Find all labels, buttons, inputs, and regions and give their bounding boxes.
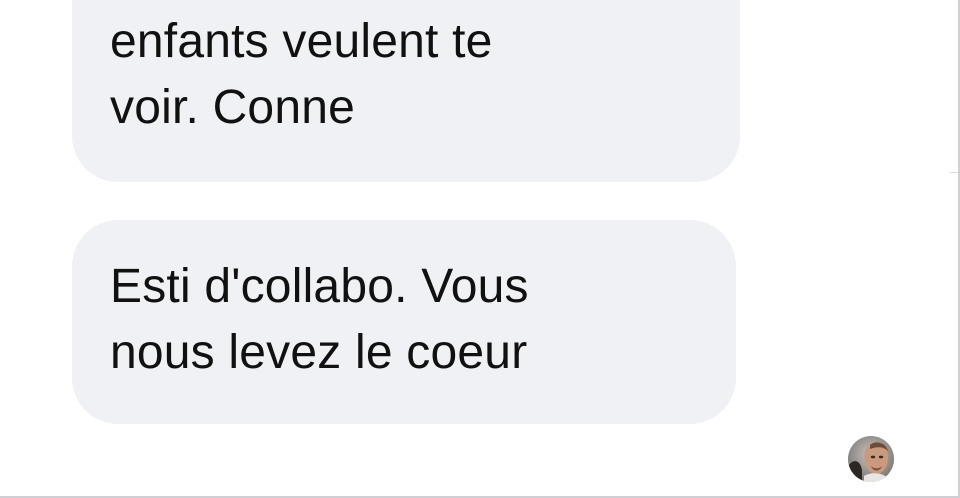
read-receipt-avatar[interactable] [848,436,894,482]
message-bubble-received[interactable]: enfants veulent te voir. Conne [72,0,740,182]
avatar-photo-icon [848,436,894,482]
message-text-line: nous levez le coeur [110,326,528,379]
message-text-line: enfants veulent te [110,15,493,68]
message-bubble-received[interactable]: Esti d'collabo. Vous nous levez le coeur [72,220,736,424]
chat-window: enfants veulent te voir. Conne Esti d'co… [0,0,960,498]
message-text-line: Esti d'collabo. Vous [110,260,529,313]
divider [950,172,958,173]
message-text-line: voir. Conne [110,81,356,134]
